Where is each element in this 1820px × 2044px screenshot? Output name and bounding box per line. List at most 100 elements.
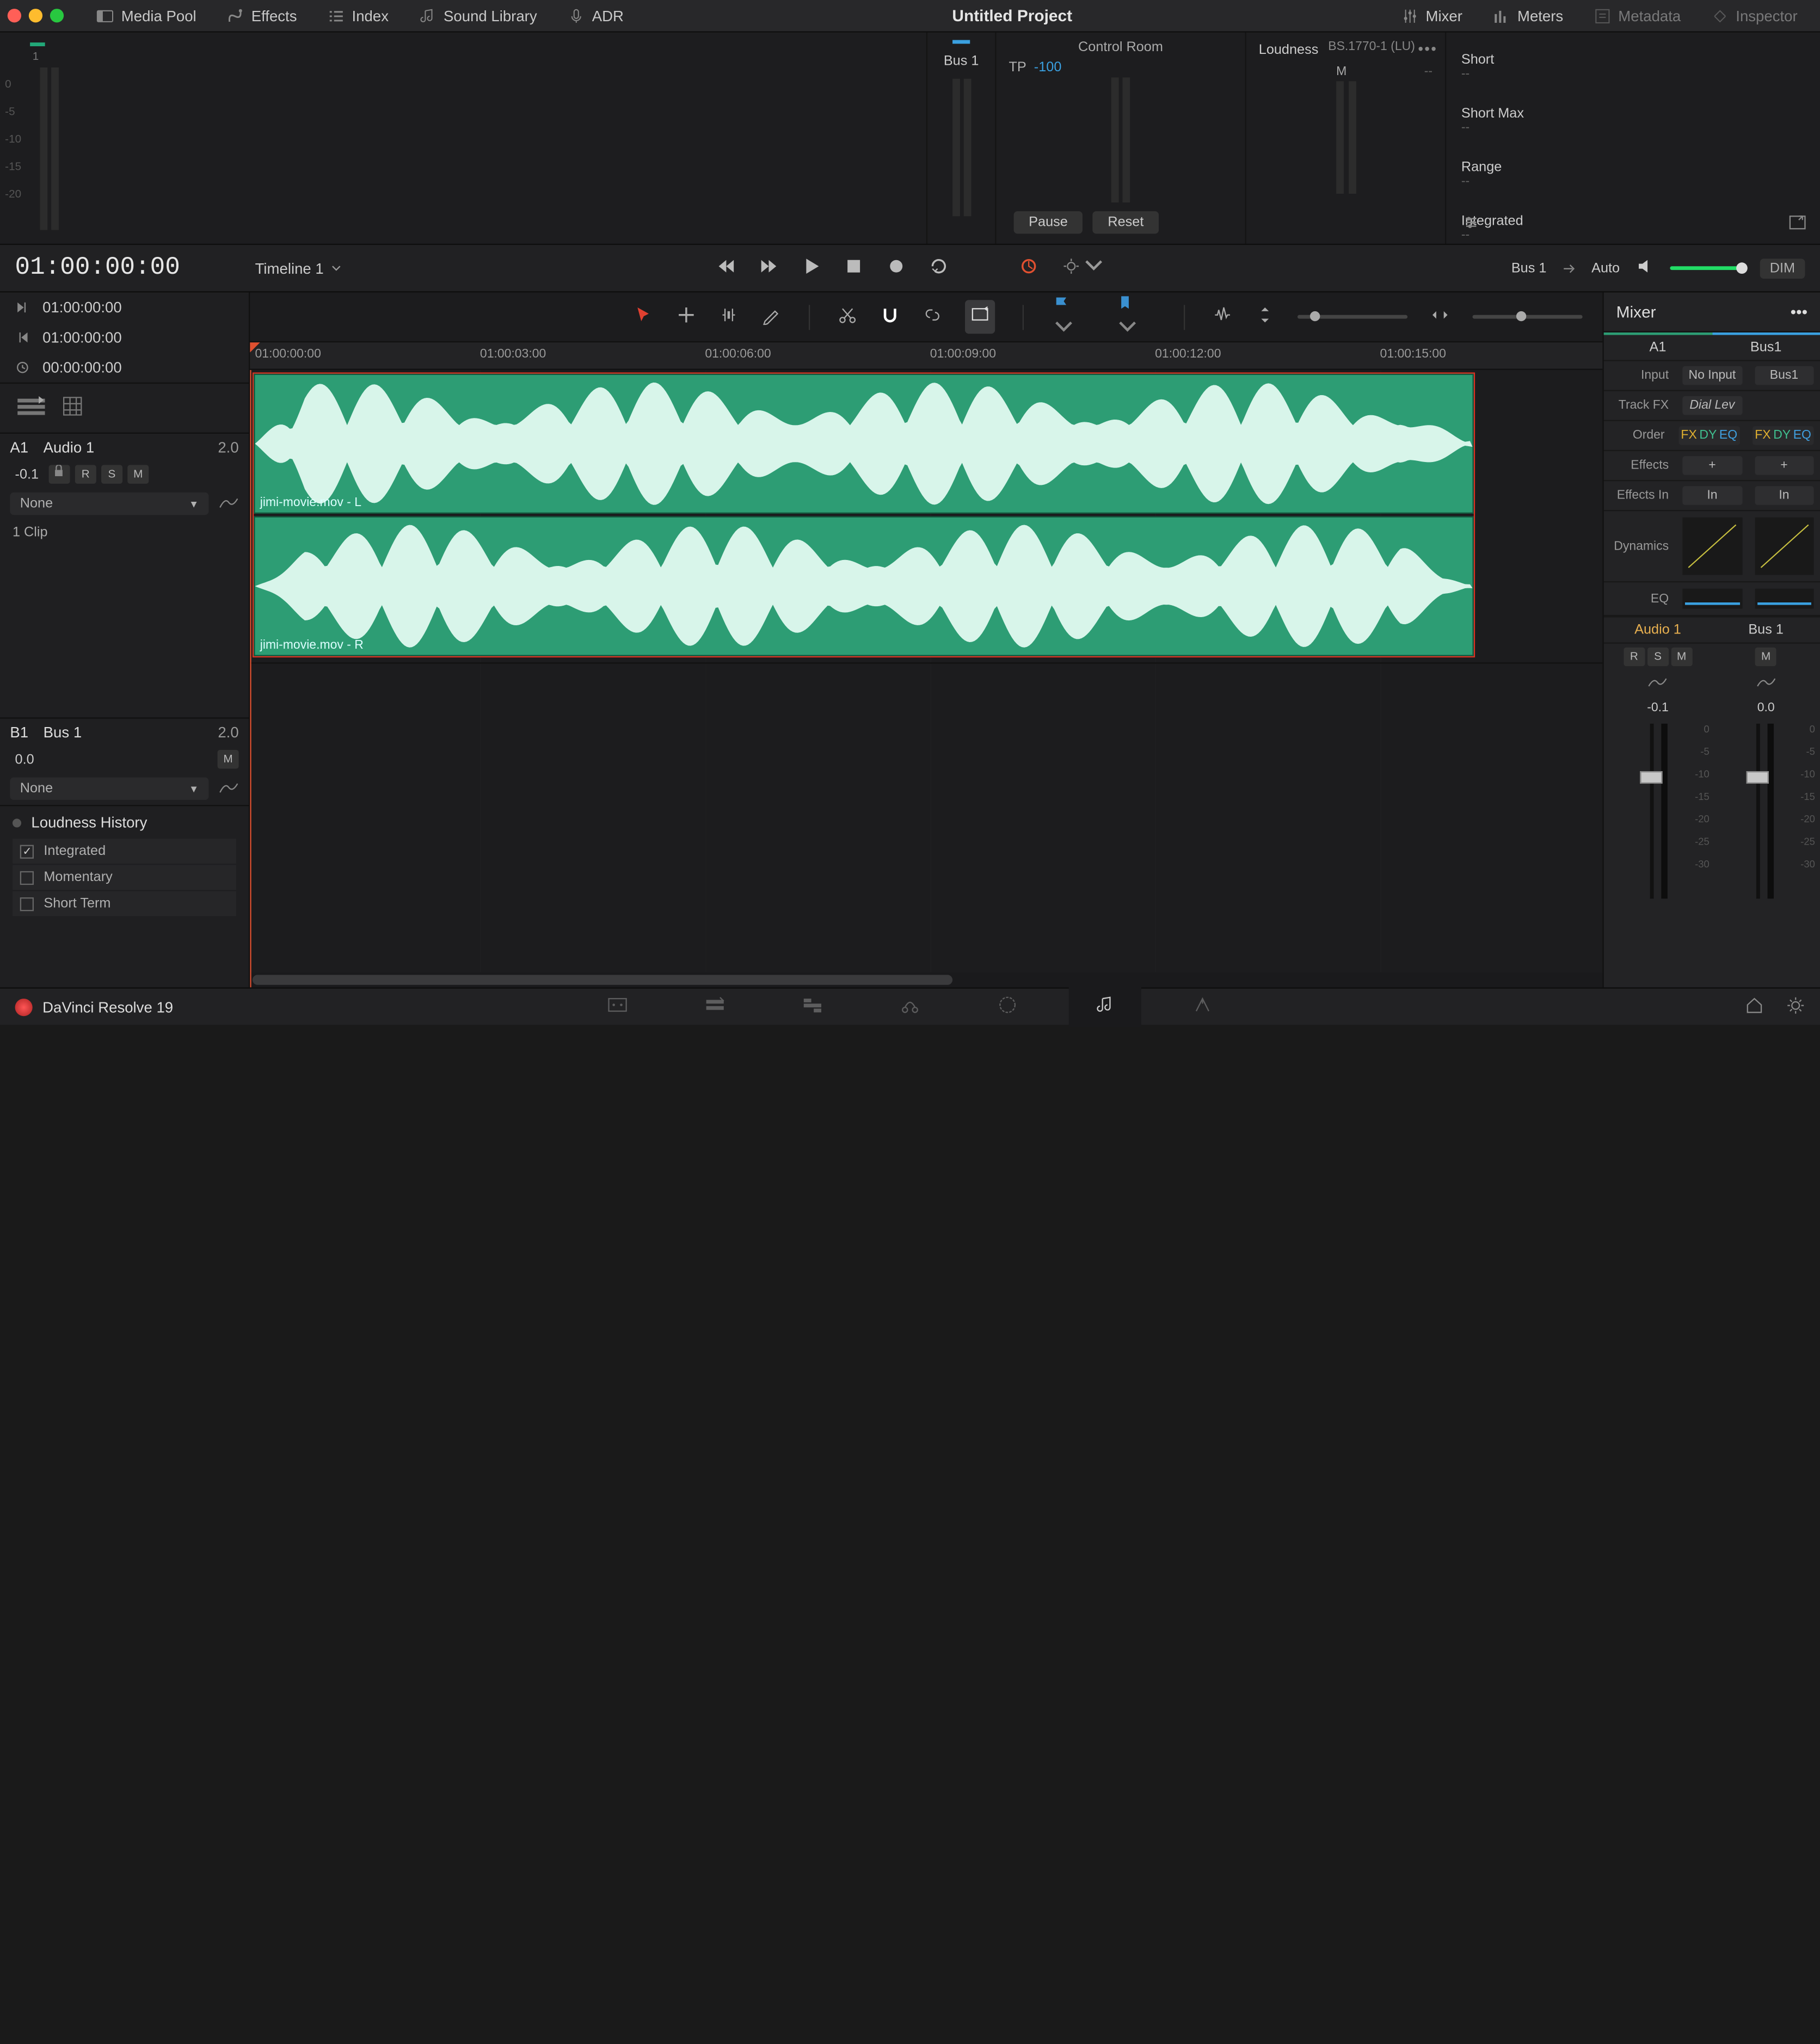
trim-tool[interactable] [719,305,739,329]
mixer-m-b1[interactable]: M [1755,648,1776,666]
lh-integrated[interactable]: Integrated [13,839,236,864]
waveform-right[interactable]: jimi-movie.mov - R [254,516,1474,656]
waveform-left[interactable]: jimi-movie.mov - L [254,374,1474,514]
effectsin-b1[interactable]: In [1754,486,1813,504]
play-button[interactable] [801,256,821,280]
page-fairlight[interactable] [1069,986,1141,1027]
timeline-selector[interactable]: Timeline 1 [255,260,341,277]
loudness-settings-icon[interactable] [1461,212,1481,236]
link-tool[interactable] [923,305,943,329]
auto-curve-a1[interactable] [1604,670,1712,698]
automation-settings[interactable] [1061,256,1104,280]
metadata-toggle[interactable]: Metadata [1578,0,1696,32]
channel-name-a1[interactable]: Audio 1 [1604,618,1712,643]
fader-handle-a1[interactable] [1640,771,1663,784]
automation-curve-icon[interactable] [219,494,239,513]
range-tool[interactable] [677,305,697,329]
mixer-db-a1[interactable]: -0.1 [1604,698,1712,719]
effects-toggle[interactable]: Effects [211,0,312,32]
effects-b1[interactable]: + [1754,456,1813,475]
lock-icon[interactable] [48,465,70,483]
mixer-s-a1[interactable]: S [1647,648,1668,666]
input-b1[interactable]: Bus1 [1754,366,1813,385]
page-deliver[interactable] [1191,994,1214,1020]
zoom-vertical-slider[interactable] [1298,315,1408,319]
dynamics-b1[interactable] [1754,518,1813,575]
timecode-display[interactable]: 01:00:00:00 [15,254,180,282]
volume-slider[interactable] [1670,266,1745,270]
bus-track-area[interactable] [250,662,1602,960]
transient-tool[interactable] [1213,305,1233,329]
zoom-horizontal-slider[interactable] [1473,315,1583,319]
index-toggle[interactable]: Index [312,0,403,32]
minimize-window[interactable] [29,9,42,22]
speaker-icon[interactable] [1635,256,1655,280]
razor-tool[interactable] [838,305,858,329]
dynamics-a1[interactable] [1682,518,1742,575]
pause-button[interactable]: Pause [1014,211,1083,233]
sound-library-toggle[interactable]: Sound Library [404,0,552,32]
mixer-channel-a1[interactable]: A1 [1604,333,1712,360]
monitor-auto[interactable]: Auto [1591,261,1620,276]
page-edit[interactable] [801,994,823,1020]
automation-button[interactable] [1019,256,1039,280]
pencil-tool[interactable] [761,305,782,329]
mixer-menu-icon[interactable]: ••• [1791,303,1807,321]
timeline-ruler[interactable]: 01:00:00:00 01:00:03:00 01:00:06:00 01:0… [250,342,1602,370]
order-b1[interactable]: FXDYEQ [1753,426,1814,445]
track-header-b1[interactable]: B1Bus 12.0 0.0 M None▼ [0,719,249,806]
meters-toggle[interactable]: Meters [1477,0,1578,32]
snap-tool[interactable] [880,305,900,329]
trackfx-a1[interactable]: Dial Lev [1682,396,1742,415]
fader-b1[interactable]: 0-5-10-15-20-25-30 [1712,724,1817,982]
tc-duration[interactable]: 00:00:00:00 [0,353,249,383]
playhead[interactable] [250,370,251,988]
channel-name-b1[interactable]: Bus 1 [1712,618,1820,643]
eq-a1[interactable] [1682,589,1742,609]
mixer-db-b1[interactable]: 0.0 [1712,698,1820,719]
effects-a1[interactable]: + [1682,456,1742,475]
fader-handle-b1[interactable] [1746,771,1768,784]
mixer-toggle[interactable]: Mixer [1386,0,1477,32]
mixer-m-a1[interactable]: M [1671,648,1692,666]
reset-button[interactable]: Reset [1093,211,1159,233]
marker-tool[interactable] [965,300,995,334]
home-icon[interactable] [1745,995,1763,1018]
auto-curve-b1[interactable] [1712,670,1820,698]
tc-out[interactable]: 01:00:00:00 [0,323,249,353]
loudness-menu-icon[interactable]: ••• [1418,40,1437,57]
selection-tool[interactable] [634,305,654,329]
project-settings-icon[interactable] [1786,995,1805,1018]
page-fusion[interactable] [899,994,921,1020]
fast-forward-button[interactable] [759,256,779,280]
mute-b1[interactable]: M [218,750,239,768]
flag-tool[interactable] [1052,293,1093,341]
record-button[interactable] [886,256,906,280]
record-arm-a1[interactable]: R [75,465,96,483]
timeline-view-options-icon[interactable] [17,396,45,420]
inspector-toggle[interactable]: Inspector [1696,0,1812,32]
eq-b1[interactable] [1754,589,1813,609]
input-a1[interactable]: No Input [1682,366,1742,385]
lh-short-term[interactable]: Short Term [13,891,236,916]
expand-viewer-icon[interactable] [1787,212,1807,236]
mixer-r-a1[interactable]: R [1624,648,1645,666]
horizontal-scrollbar[interactable] [250,972,1602,988]
track-header-a1[interactable]: A1Audio 12.0 -0.1 R S M None▼ 1 Clip [0,434,249,719]
scrollbar-thumb[interactable] [253,975,952,984]
monitor-bus[interactable]: Bus 1 [1511,261,1547,276]
grid-icon[interactable] [63,396,83,420]
stop-button[interactable] [844,256,864,280]
effectsin-a1[interactable]: In [1682,486,1742,504]
mute-a1[interactable]: M [127,465,149,483]
order-a1[interactable]: FXDYEQ [1678,426,1740,445]
mixer-channel-b1[interactable]: Bus1 [1712,333,1820,360]
zoom-horizontal[interactable] [1430,305,1450,329]
page-cut[interactable] [704,994,726,1020]
tc-in[interactable]: 01:00:00:00 [0,292,249,322]
solo-a1[interactable]: S [101,465,122,483]
page-color[interactable] [996,994,1018,1020]
audio-clip[interactable]: jimi-movie.mov - L jimi-movie.mov - R [253,372,1475,657]
automation-curve-icon-b1[interactable] [219,779,239,798]
zoom-vertical[interactable] [1256,305,1276,329]
